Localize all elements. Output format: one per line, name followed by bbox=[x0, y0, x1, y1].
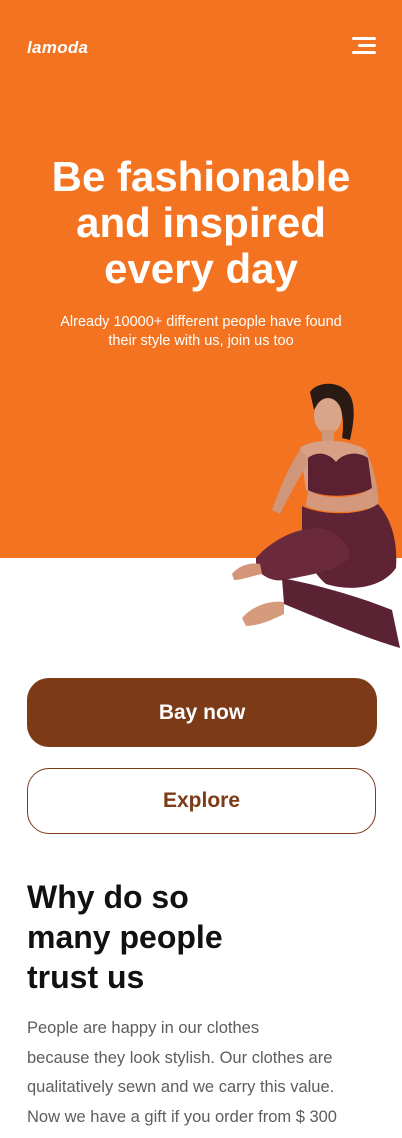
trust-body-line: qualitatively sewn and we carry this val… bbox=[27, 1078, 335, 1096]
hero-subtitle: Already 10000+ different people have fou… bbox=[40, 313, 362, 351]
trust-body-line: Now we have a gift if you order from $ 3… bbox=[27, 1107, 337, 1126]
trust-title-line: Why do so bbox=[27, 879, 189, 915]
model-photo bbox=[232, 383, 400, 648]
trust-section-body: People are happy in our clothes because … bbox=[27, 1014, 387, 1132]
trust-body-line: People are happy in our clothes bbox=[27, 1019, 260, 1037]
buy-now-button[interactable]: Bay now bbox=[27, 678, 377, 747]
top-bar: lamoda bbox=[0, 0, 402, 96]
hero-title-line: Be fashionable bbox=[51, 153, 351, 200]
brand-logo[interactable]: lamoda bbox=[27, 38, 88, 58]
hero-title-line: every day bbox=[104, 245, 298, 292]
trust-title-line: trust us bbox=[27, 959, 145, 995]
trust-title-line: many people bbox=[27, 919, 223, 955]
hero-title-line: and inspired bbox=[76, 199, 326, 246]
trust-body-line: because they look stylish. Our clothes a… bbox=[27, 1048, 333, 1067]
hero-subtitle-line: their style with us, join us too bbox=[108, 333, 294, 349]
explore-button[interactable]: Explore bbox=[27, 768, 376, 834]
hero-title: Be fashionable and inspired every day bbox=[0, 154, 402, 292]
hero-subtitle-line: Already 10000+ different people have fou… bbox=[60, 314, 342, 330]
hamburger-menu-icon[interactable] bbox=[348, 37, 376, 57]
trust-section-title: Why do so many people trust us bbox=[27, 877, 327, 997]
